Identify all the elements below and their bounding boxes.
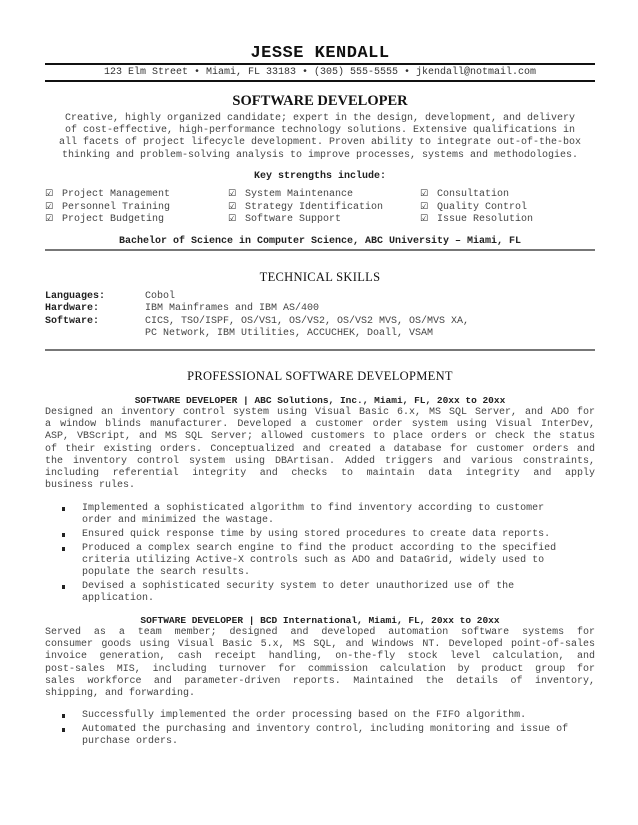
skill-label: Hardware:	[45, 303, 100, 315]
description-line: a window blinds manufacturer. Developed …	[45, 419, 595, 431]
strength-item: ☑ Project Management	[45, 188, 170, 200]
strength-item: ☑ System Maintenance	[228, 188, 353, 200]
bullet-line: Produced a complex search engine to find…	[82, 542, 557, 554]
bullet-item: Devised a sophisticated security system …	[45, 581, 595, 605]
bullet-item: Automated the purchasing and inventory c…	[45, 724, 595, 748]
job-bullets: Successfully implemented the order proce…	[45, 710, 595, 750]
contact-line: 123 Elm Street • Miami, FL 33183 • (305)…	[103, 67, 537, 78]
strength-label: Project Management	[62, 189, 171, 200]
section-divider	[45, 349, 595, 351]
strength-label: Strategy Identification	[245, 201, 384, 213]
checkbox-checked-icon: ☑	[45, 214, 54, 224]
bullet-line: Automated the purchasing and inventory c…	[82, 723, 569, 735]
strength-item: ☑ Consultation	[420, 188, 509, 200]
strength-label: System Maintenance	[245, 189, 354, 200]
bullet-item: Implemented a sophisticated algorithm to…	[45, 503, 595, 527]
bullet-icon	[62, 727, 65, 732]
skill-value: IBM Mainframes and IBM AS/400	[145, 303, 319, 315]
bullet-line: Devised a sophisticated security system …	[82, 580, 515, 592]
description-line: consumer goods using Visual Basic 5.x, M…	[45, 639, 595, 651]
strength-item: ☑ Software Support	[228, 213, 341, 225]
job-bullets: Implemented a sophisticated algorithm to…	[45, 503, 595, 607]
bullet-icon	[62, 714, 65, 718]
bullet-line: Ensured quick response time by using sto…	[82, 528, 551, 540]
summary-line: thinking and problem-solving analysis to…	[61, 149, 579, 161]
skill-value-line: Cobol	[145, 291, 176, 302]
summary-line: of cost-effective, high-performance tech…	[64, 125, 576, 137]
job-title: SOFTWARE DEVELOPER | ABC Solutions, Inc.…	[134, 395, 506, 406]
strength-item: ☑ Personnel Training	[45, 201, 170, 213]
summary-line: all facets of project lifecycle developm…	[58, 137, 582, 149]
bullet-line: order and minimized the wastage.	[82, 515, 275, 527]
bullet-line: application.	[82, 592, 155, 604]
checkbox-checked-icon: ☑	[420, 189, 429, 199]
section-divider	[45, 249, 595, 251]
bullet-line: Successfully implemented the order proce…	[82, 710, 527, 721]
checkbox-checked-icon: ☑	[228, 201, 237, 212]
key-strengths-heading: Key strengths include:	[253, 171, 387, 182]
description-line: the inventory control system using DBArt…	[45, 455, 595, 467]
skill-value-line: PC Network, IBM Utilities, ACCUCHEK, Doa…	[145, 327, 434, 339]
description-line: Served as a team member; designed and de…	[45, 627, 595, 638]
bullet-icon	[62, 507, 65, 511]
description-line: of their existing orders. Conceptualized…	[45, 443, 595, 455]
profile-summary: Creative, highly organized candidate; ex…	[45, 113, 595, 162]
bullet-line: purchase orders.	[82, 735, 179, 747]
description-line: including referential integrity and chec…	[45, 468, 595, 480]
candidate-name: JESSE KENDALL	[250, 44, 390, 63]
strength-label: Issue Resolution	[437, 214, 534, 225]
strength-label: Project Budgeting	[62, 214, 165, 225]
profile-title: SOFTWARE DEVELOPER	[232, 93, 408, 109]
bullet-item: Produced a complex search engine to find…	[45, 543, 595, 580]
description-line: ASP, VBScript, and MS SQL Server; allowe…	[45, 431, 595, 443]
checkbox-checked-icon: ☑	[45, 189, 54, 199]
description-line: shipping, and forwarding.	[45, 688, 196, 700]
bullet-item: Ensured quick response time by using sto…	[45, 529, 595, 541]
bullet-icon	[62, 546, 65, 551]
description-line: invoice generation, cash receipt handlin…	[45, 651, 595, 663]
skill-value: CICS, TSO/ISPF, OS/VS1, OS/VS2, OS/VS2 M…	[145, 316, 469, 341]
strength-item: ☑ Strategy Identification	[228, 201, 383, 213]
description-line: sales workforce and parameter-driven rep…	[45, 675, 595, 687]
checkbox-checked-icon: ☑	[228, 189, 237, 199]
skill-row-hardware: Hardware: IBM Mainframes and IBM AS/400	[45, 303, 595, 315]
checkbox-checked-icon: ☑	[420, 201, 429, 212]
strength-label: Personnel Training	[62, 201, 171, 213]
description-line: Designed an inventory control system usi…	[45, 407, 595, 418]
experience-heading: PROFESSIONAL SOFTWARE DEVELOPMENT	[187, 369, 453, 383]
checkbox-checked-icon: ☑	[420, 214, 429, 224]
skill-label: Languages:	[45, 291, 106, 302]
job-description: Designed an inventory control system usi…	[45, 407, 595, 492]
skill-label: Software:	[45, 315, 100, 327]
skill-row-software: Software: CICS, TSO/ISPF, OS/VS1, OS/VS2…	[45, 316, 595, 341]
skill-value-line: CICS, TSO/ISPF, OS/VS1, OS/VS2, OS/VS2 M…	[145, 315, 470, 327]
skill-value-line: IBM Mainframes and IBM AS/400	[145, 303, 320, 315]
technical-skills-list: Languages: Cobol Hardware: IBM Mainframe…	[45, 291, 595, 340]
bullet-icon	[62, 584, 65, 589]
summary-line: Creative, highly organized candidate; ex…	[64, 113, 576, 124]
job-title: SOFTWARE DEVELOPER | BCD International, …	[140, 615, 500, 626]
education-line: Bachelor of Science in Computer Science,…	[118, 236, 522, 247]
skill-value: Cobol	[145, 291, 175, 303]
strength-item: ☑ Quality Control	[420, 201, 527, 213]
strength-item: ☑ Project Budgeting	[45, 213, 164, 225]
skill-row-languages: Languages: Cobol	[45, 291, 595, 303]
strength-item: ☑ Issue Resolution	[420, 213, 533, 225]
bullet-icon	[62, 532, 65, 537]
bullet-line: Implemented a sophisticated algorithm to…	[82, 503, 545, 514]
strength-label: Consultation	[437, 189, 510, 200]
bullet-line: populate the search results.	[82, 567, 251, 579]
technical-skills-heading: TECHNICAL SKILLS	[259, 270, 381, 284]
bullet-item: Successfully implemented the order proce…	[45, 710, 595, 722]
bullet-line: criteria utilizing Active-X controls suc…	[82, 554, 545, 566]
job-description: Served as a team member; designed and de…	[45, 627, 595, 700]
checkbox-checked-icon: ☑	[45, 201, 54, 212]
description-line: post-sales MIS, including turnover for c…	[45, 663, 595, 675]
strength-label: Quality Control	[437, 201, 528, 213]
strength-label: Software Support	[245, 214, 342, 225]
header-bottom-rule	[45, 80, 595, 82]
description-line: business rules.	[45, 480, 136, 492]
header-top-rule	[45, 63, 595, 65]
checkbox-checked-icon: ☑	[228, 214, 237, 224]
